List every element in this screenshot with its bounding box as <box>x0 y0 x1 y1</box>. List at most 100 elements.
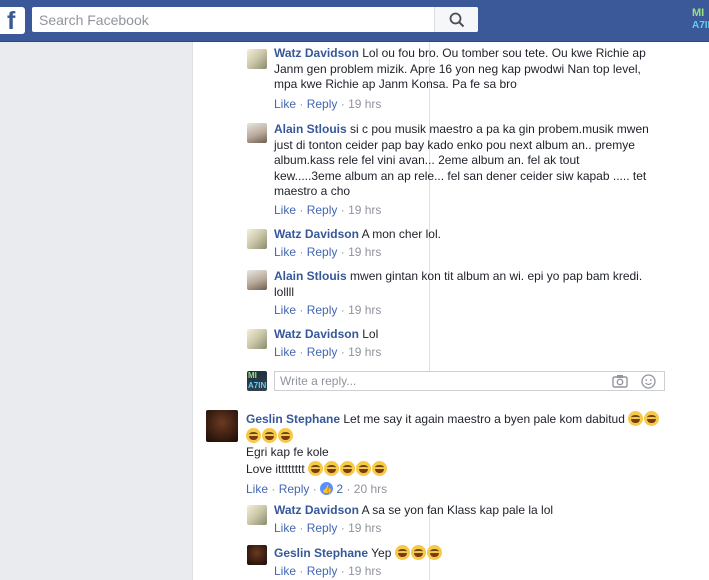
comment-text: Geslin Stephane Yep <box>274 545 654 562</box>
comment-actions: Like · Reply · 19 hrs <box>274 345 381 360</box>
comment-text: Watz Davidson A sa se yon fan Klass kap … <box>274 503 654 519</box>
like-link[interactable]: Like <box>274 303 296 317</box>
comment-body: Lol <box>362 327 379 341</box>
like-link[interactable]: Like <box>274 203 296 217</box>
separator: · <box>340 521 345 535</box>
laughing-emoji-icon <box>372 461 388 476</box>
top-navigation-bar: f MI A7IN <box>0 0 709 42</box>
camera-icon[interactable] <box>612 374 628 388</box>
avatar[interactable] <box>247 545 267 565</box>
separator: · <box>340 97 345 111</box>
avatar[interactable] <box>247 329 267 349</box>
separator: · <box>340 245 345 259</box>
like-link[interactable]: Like <box>274 521 296 535</box>
laughing-emoji-icon <box>356 461 372 476</box>
reply-input[interactable] <box>275 372 595 390</box>
post-comments-card: Watz Davidson Lol ou fou bro. Ou tomber … <box>192 42 709 580</box>
comment-body-line: Egri kap fe kole <box>246 445 329 459</box>
separator: · <box>340 345 345 359</box>
separator: · <box>340 564 345 578</box>
facebook-logo-icon[interactable]: f <box>0 7 25 35</box>
commenter-name[interactable]: Geslin Stephane <box>246 412 340 426</box>
avatar[interactable] <box>247 123 267 143</box>
timestamp[interactable]: 19 hrs <box>348 521 381 535</box>
profile-avatar[interactable]: MI A7IN <box>690 7 709 34</box>
search-bar <box>32 7 478 32</box>
comment-text: Watz Davidson Lol <box>274 327 654 343</box>
commenter-name[interactable]: Watz Davidson <box>274 503 359 517</box>
comment-text: Alain Stlouis mwen gintan kon tit album … <box>274 269 654 300</box>
avatar[interactable] <box>247 229 267 249</box>
timestamp[interactable]: 19 hrs <box>348 564 381 578</box>
timestamp[interactable]: 19 hrs <box>348 345 381 359</box>
comment-body: Yep <box>371 546 392 560</box>
comment-body-text: Love itttttttt <box>246 462 305 476</box>
reply-link[interactable]: Reply <box>307 564 338 578</box>
like-link[interactable]: Like <box>246 482 268 496</box>
commenter-name[interactable]: Geslin Stephane <box>274 546 368 560</box>
separator: · <box>299 245 304 259</box>
like-link[interactable]: Like <box>274 564 296 578</box>
laughing-emoji-icon <box>324 461 340 476</box>
reply-link[interactable]: Reply <box>307 345 338 359</box>
reply-link[interactable]: Reply <box>307 203 338 217</box>
reaction-count[interactable]: 2 <box>336 482 343 496</box>
laughing-emoji-icon <box>278 427 293 443</box>
avatar[interactable] <box>206 410 238 442</box>
like-link[interactable]: Like <box>274 97 296 111</box>
separator: · <box>340 203 345 217</box>
separator: · <box>340 303 345 317</box>
comment-body: Let me say it again maestro a byen pale … <box>343 412 625 426</box>
comment-actions: Like · Reply · 19 hrs <box>274 245 381 260</box>
laughing-emoji-icon <box>262 427 277 443</box>
search-input[interactable] <box>32 7 432 32</box>
like-reaction-icon[interactable] <box>320 482 334 497</box>
timestamp[interactable]: 19 hrs <box>348 245 381 259</box>
comment-body: A mon cher lol. <box>361 227 441 241</box>
reply-link[interactable]: Reply <box>307 521 338 535</box>
like-link[interactable]: Like <box>274 245 296 259</box>
commenter-name[interactable]: Alain Stlouis <box>274 269 347 283</box>
comment-actions: Like · Reply · 2 · 20 hrs <box>246 482 387 497</box>
avatar[interactable] <box>247 49 267 69</box>
commenter-name[interactable]: Watz Davidson <box>274 46 359 60</box>
laughing-emoji-icon <box>394 545 410 560</box>
reply-link[interactable]: Reply <box>307 303 338 317</box>
commenter-name[interactable]: Watz Davidson <box>274 327 359 341</box>
reply-link[interactable]: Reply <box>307 97 338 111</box>
laughing-emoji-icon <box>644 411 660 426</box>
separator: · <box>299 203 304 217</box>
separator: · <box>299 564 304 578</box>
reply-link[interactable]: Reply <box>307 245 338 259</box>
comment-text: Watz Davidson A mon cher lol. <box>274 227 654 243</box>
like-link[interactable]: Like <box>274 345 296 359</box>
search-button[interactable] <box>434 7 478 32</box>
timestamp[interactable]: 20 hrs <box>354 482 387 496</box>
laughing-emoji-icon <box>628 411 644 426</box>
avatar[interactable] <box>247 270 267 290</box>
reply-link[interactable]: Reply <box>279 482 310 496</box>
commenter-name[interactable]: Alain Stlouis <box>274 122 347 136</box>
comment-actions: Like · Reply · 19 hrs <box>274 521 381 536</box>
comment-text: Alain Stlouis si c pou musik maestro a p… <box>274 122 649 200</box>
avatar-text-top: MI <box>692 7 705 19</box>
separator: · <box>299 97 304 111</box>
timestamp[interactable]: 19 hrs <box>348 97 381 111</box>
avatar[interactable] <box>247 505 267 525</box>
laughing-emoji-icon <box>308 461 324 476</box>
laughing-emoji-icon <box>340 461 356 476</box>
laughing-emoji-icon <box>410 545 426 560</box>
smiley-icon[interactable] <box>641 374 656 389</box>
comment-actions: Like · Reply · 19 hrs <box>274 564 381 579</box>
comment-actions: Like · Reply · 19 hrs <box>274 203 381 218</box>
comment-text: Watz Davidson Lol ou fou bro. Ou tomber … <box>274 46 664 93</box>
separator: · <box>299 303 304 317</box>
commenter-name[interactable]: Watz Davidson <box>274 227 359 241</box>
comment-body-line: Love itttttttt <box>246 461 388 478</box>
timestamp[interactable]: 19 hrs <box>348 303 381 317</box>
current-user-avatar: MI A7IN <box>247 371 267 391</box>
laughing-emoji-icon <box>246 427 261 443</box>
timestamp[interactable]: 19 hrs <box>348 203 381 217</box>
comment-text: Geslin Stephane Let me say it again maes… <box>246 411 666 444</box>
comment-actions: Like · Reply · 19 hrs <box>274 303 381 318</box>
